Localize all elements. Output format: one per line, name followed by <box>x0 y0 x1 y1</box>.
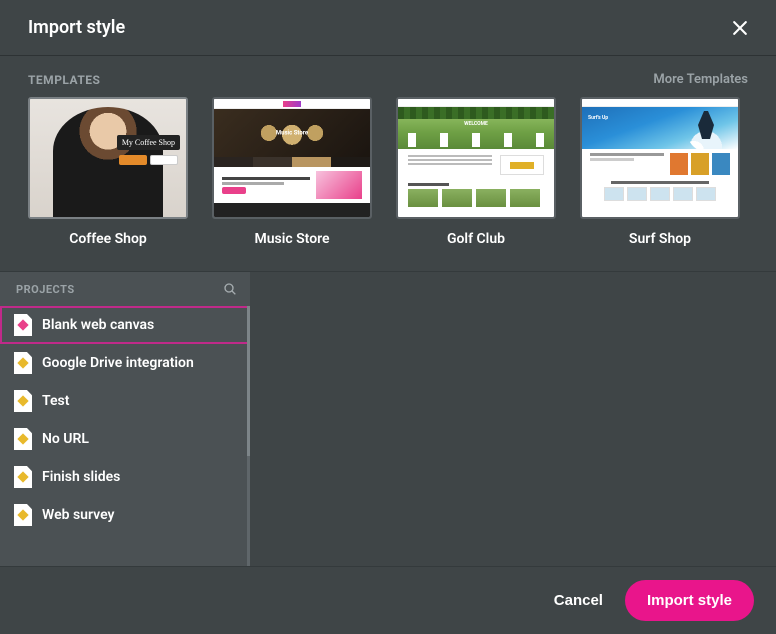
project-item-label: Web survey <box>42 507 114 523</box>
close-button[interactable] <box>726 14 754 42</box>
file-icon <box>14 466 32 488</box>
project-item-label: Google Drive integration <box>42 355 194 371</box>
search-button[interactable] <box>222 281 238 297</box>
project-item[interactable]: Web survey <box>0 496 250 534</box>
projects-panel: PROJECTS Blank web canvas Google Drive in… <box>0 272 250 566</box>
projects-label: PROJECTS <box>16 283 75 296</box>
project-item[interactable]: Blank web canvas <box>0 306 250 344</box>
project-item-label: Blank web canvas <box>42 317 154 333</box>
file-icon <box>14 352 32 374</box>
template-thumbnail: My Coffee Shop <box>28 97 188 219</box>
projects-empty-area <box>250 272 776 566</box>
scrollbar[interactable] <box>247 306 250 566</box>
thumbnail-text: Surf's Up <box>588 115 608 121</box>
modal-title: Import style <box>28 17 125 38</box>
template-name: Surf Shop <box>629 231 691 247</box>
project-item-label: Finish slides <box>42 469 120 485</box>
templates-row: My Coffee Shop Coffee Shop Music Store <box>0 97 776 271</box>
project-item[interactable]: Finish slides <box>0 458 250 496</box>
template-surf-shop[interactable]: Surf's Up Surf Shop <box>580 97 740 247</box>
template-thumbnail: Music Store <box>212 97 372 219</box>
template-coffee-shop[interactable]: My Coffee Shop Coffee Shop <box>28 97 188 247</box>
template-music-store[interactable]: Music Store Music Store <box>212 97 372 247</box>
lower-section: PROJECTS Blank web canvas Google Drive in… <box>0 271 776 566</box>
close-icon <box>730 18 750 38</box>
more-templates-link[interactable]: More Templates <box>653 72 748 87</box>
template-name: Music Store <box>254 231 329 247</box>
project-list[interactable]: Blank web canvas Google Drive integration… <box>0 306 250 566</box>
templates-header: TEMPLATES More Templates <box>0 56 776 97</box>
file-icon <box>14 504 32 526</box>
project-item-label: Test <box>42 393 69 409</box>
modal-header: Import style <box>0 0 776 56</box>
projects-header: PROJECTS <box>0 272 250 306</box>
template-name: Golf Club <box>447 231 505 247</box>
cancel-button[interactable]: Cancel <box>554 592 603 609</box>
template-golf-club[interactable]: WELCOME Golf Club <box>396 97 556 247</box>
search-icon <box>222 281 238 297</box>
import-style-modal: Import style TEMPLATES More Templates My… <box>0 0 776 634</box>
file-icon <box>14 428 32 450</box>
project-item[interactable]: Google Drive integration <box>0 344 250 382</box>
project-item[interactable]: No URL <box>0 420 250 458</box>
thumbnail-text: Music Store <box>276 130 308 137</box>
file-icon <box>14 390 32 412</box>
template-name: Coffee Shop <box>69 231 147 247</box>
template-thumbnail: WELCOME <box>396 97 556 219</box>
import-style-button[interactable]: Import style <box>625 580 754 621</box>
template-thumbnail: Surf's Up <box>580 97 740 219</box>
templates-label: TEMPLATES <box>28 73 100 87</box>
modal-footer: Cancel Import style <box>0 566 776 634</box>
file-icon <box>14 314 32 336</box>
project-item-label: No URL <box>42 431 89 447</box>
thumbnail-text: My Coffee Shop <box>117 135 180 150</box>
project-item[interactable]: Test <box>0 382 250 420</box>
